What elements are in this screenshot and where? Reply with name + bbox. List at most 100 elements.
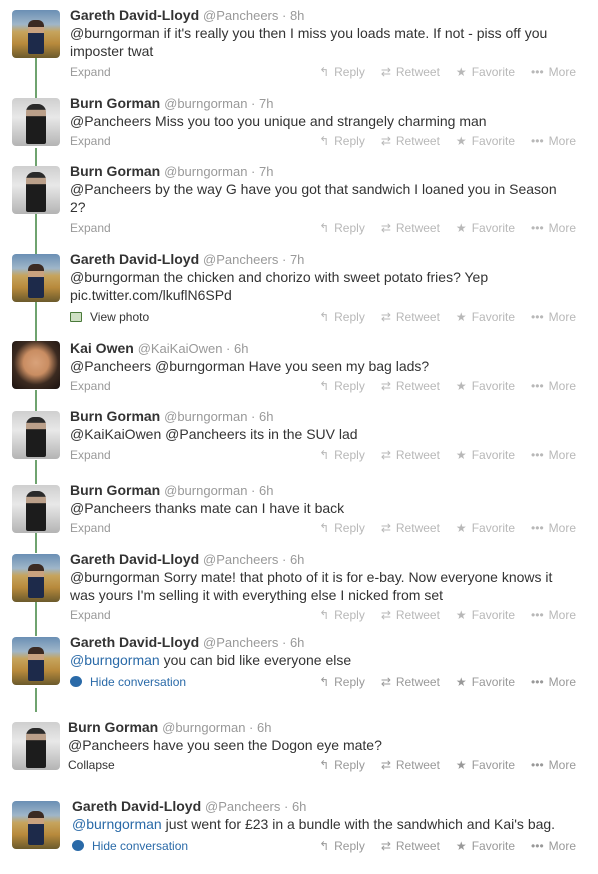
author-handle[interactable]: @burngorman: [164, 96, 247, 111]
more-button[interactable]: ••• More: [531, 64, 576, 80]
more-button[interactable]: ••• More: [531, 520, 576, 536]
reply-button[interactable]: ↰ Reply: [319, 220, 365, 236]
tweet-timestamp[interactable]: 8h: [290, 8, 304, 23]
burn-avatar[interactable]: [12, 98, 60, 146]
expand-link[interactable]: Expand: [70, 447, 111, 463]
mention-link[interactable]: @burngorman: [70, 652, 160, 668]
expand-link[interactable]: Expand: [70, 378, 111, 394]
expand-link[interactable]: Expand: [70, 133, 111, 149]
reply-button[interactable]: ↰ Reply: [319, 309, 365, 325]
tweet[interactable]: Gareth David-Lloyd @Pancheers · 7h @burng…: [0, 248, 598, 326]
more-button[interactable]: ••• More: [531, 309, 576, 325]
gareth-avatar[interactable]: [12, 10, 60, 58]
expand-link[interactable]: Expand: [70, 220, 111, 236]
favorite-button[interactable]: ★ Favorite: [456, 447, 515, 463]
tweet[interactable]: Burn Gorman @burngorman · 6h @KaiKaiOwen …: [0, 405, 598, 467]
more-button[interactable]: ••• More: [531, 378, 576, 394]
tweet-timestamp[interactable]: 6h: [257, 720, 271, 735]
author-handle[interactable]: @burngorman: [162, 720, 245, 735]
expand-link[interactable]: Expand: [70, 64, 111, 80]
kai-avatar[interactable]: [12, 341, 60, 389]
more-button[interactable]: ••• More: [531, 607, 576, 623]
favorite-button[interactable]: ★ Favorite: [456, 64, 515, 80]
author-handle[interactable]: @KaiKaiOwen: [138, 341, 223, 356]
reply-button[interactable]: ↰ Reply: [319, 447, 365, 463]
favorite-button[interactable]: ★ Favorite: [456, 309, 515, 325]
tweet-timestamp[interactable]: 7h: [290, 252, 304, 267]
reply-button[interactable]: ↰ Reply: [319, 607, 365, 623]
tweet[interactable]: Burn Gorman @burngorman · 6h @Pancheers t…: [0, 479, 598, 539]
author-handle[interactable]: @burngorman: [164, 483, 247, 498]
favorite-button[interactable]: ★ Favorite: [456, 520, 515, 536]
retweet-button[interactable]: ⇄ Retweet: [381, 378, 440, 394]
more-button[interactable]: ••• More: [531, 447, 576, 463]
favorite-button[interactable]: ★ Favorite: [456, 378, 515, 394]
burn-avatar[interactable]: [12, 722, 60, 770]
author-handle[interactable]: @Pancheers: [203, 252, 278, 267]
reply-button[interactable]: ↰ Reply: [319, 674, 365, 690]
author-handle[interactable]: @Pancheers: [203, 8, 278, 23]
reply-button[interactable]: ↰ Reply: [319, 133, 365, 149]
tweet[interactable]: Kai Owen @KaiKaiOwen · 6h @Pancheers @bur…: [0, 337, 598, 399]
favorite-button[interactable]: ★ Favorite: [456, 133, 515, 149]
favorite-button[interactable]: ★ Favorite: [456, 838, 515, 854]
retweet-button[interactable]: ⇄ Retweet: [381, 309, 440, 325]
retweet-button[interactable]: ⇄ Retweet: [381, 447, 440, 463]
reply-button[interactable]: ↰ Reply: [319, 64, 365, 80]
tweet[interactable]: Gareth David-Lloyd @Pancheers · 6h @burng…: [0, 548, 598, 628]
favorite-button[interactable]: ★ Favorite: [456, 674, 515, 690]
author-name[interactable]: Burn Gorman: [70, 95, 160, 111]
author-name[interactable]: Kai Owen: [70, 340, 134, 356]
tweet-timestamp[interactable]: 6h: [290, 635, 304, 650]
author-handle[interactable]: @Pancheers: [203, 635, 278, 650]
author-name[interactable]: Gareth David-Lloyd: [72, 798, 201, 814]
author-name[interactable]: Gareth David-Lloyd: [70, 551, 199, 567]
tweet-timestamp[interactable]: 7h: [259, 96, 273, 111]
favorite-button[interactable]: ★ Favorite: [456, 607, 515, 623]
collapse-link[interactable]: Collapse: [68, 757, 115, 773]
tweet-timestamp[interactable]: 6h: [290, 552, 304, 567]
reply-button[interactable]: ↰ Reply: [319, 757, 365, 773]
burn-avatar[interactable]: [12, 485, 60, 533]
retweet-button[interactable]: ⇄ Retweet: [381, 64, 440, 80]
gareth-avatar[interactable]: [12, 801, 60, 849]
author-handle[interactable]: @Pancheers: [203, 552, 278, 567]
burn-avatar[interactable]: [12, 411, 60, 459]
gareth-avatar[interactable]: [12, 637, 60, 685]
author-handle[interactable]: @burngorman: [164, 164, 247, 179]
tweet-timestamp[interactable]: 7h: [259, 164, 273, 179]
more-button[interactable]: ••• More: [531, 220, 576, 236]
tweet[interactable]: Burn Gorman @burngorman · 6h @Pancheers h…: [0, 716, 598, 780]
tweet[interactable]: Gareth David-Lloyd @Pancheers · 6h @burng…: [0, 795, 598, 861]
expand-link[interactable]: Expand: [70, 520, 111, 536]
tweet[interactable]: Burn Gorman @burngorman · 7h @Pancheers b…: [0, 160, 598, 244]
reply-button[interactable]: ↰ Reply: [319, 378, 365, 394]
tweet-timestamp[interactable]: 6h: [259, 483, 273, 498]
author-name[interactable]: Gareth David-Lloyd: [70, 7, 199, 23]
hide-conversation-link[interactable]: Hide conversation: [72, 838, 188, 854]
favorite-button[interactable]: ★ Favorite: [456, 220, 515, 236]
tweet[interactable]: Gareth David-Lloyd @Pancheers · 6h @burng…: [0, 631, 598, 697]
burn-avatar[interactable]: [12, 166, 60, 214]
retweet-button[interactable]: ⇄ Retweet: [381, 838, 440, 854]
author-name[interactable]: Gareth David-Lloyd: [70, 634, 199, 650]
gareth-avatar[interactable]: [12, 554, 60, 602]
hide-conversation-link[interactable]: Hide conversation: [70, 674, 186, 690]
tweet[interactable]: Burn Gorman @burngorman · 7h @Pancheers M…: [0, 92, 598, 154]
more-button[interactable]: ••• More: [531, 838, 576, 854]
more-button[interactable]: ••• More: [531, 757, 576, 773]
author-name[interactable]: Burn Gorman: [70, 408, 160, 424]
retweet-button[interactable]: ⇄ Retweet: [381, 674, 440, 690]
tweet-timestamp[interactable]: 6h: [234, 341, 248, 356]
author-name[interactable]: Burn Gorman: [68, 719, 158, 735]
mention-link[interactable]: @burngorman: [72, 816, 162, 832]
reply-button[interactable]: ↰ Reply: [319, 838, 365, 854]
reply-button[interactable]: ↰ Reply: [319, 520, 365, 536]
expand-link[interactable]: Expand: [70, 607, 111, 623]
author-handle[interactable]: @Pancheers: [205, 799, 280, 814]
tweet[interactable]: Gareth David-Lloyd @Pancheers · 8h @burng…: [0, 4, 598, 88]
retweet-button[interactable]: ⇄ Retweet: [381, 220, 440, 236]
retweet-button[interactable]: ⇄ Retweet: [381, 607, 440, 623]
favorite-button[interactable]: ★ Favorite: [456, 757, 515, 773]
gareth-avatar[interactable]: [12, 254, 60, 302]
